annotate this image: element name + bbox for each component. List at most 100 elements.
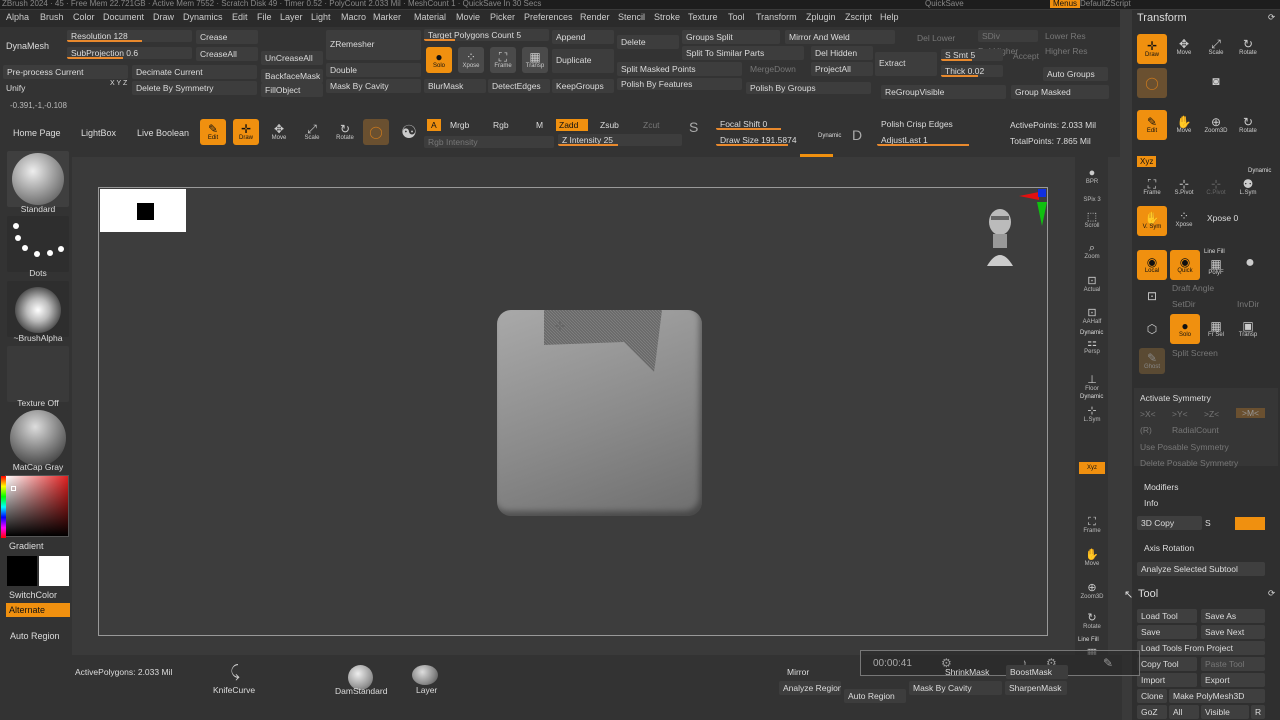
resolution-slider[interactable]: Resolution 128 <box>67 30 192 42</box>
rp-spivot-button[interactable]: ⊹ S.Pivot <box>1171 174 1197 200</box>
shelf-bpr-button[interactable]: ● BPR <box>1079 163 1105 189</box>
tool-refresh-icon[interactable]: ⟳ <box>1268 588 1275 599</box>
use-posable-button[interactable]: Use Posable Symmetry <box>1140 442 1229 452</box>
document-canvas[interactable]: ✛ <box>98 187 1048 636</box>
menu-picker[interactable]: Picker <box>490 12 515 22</box>
gradient-label[interactable]: Gradient <box>9 541 44 551</box>
mrgb-toggle[interactable]: Mrgb <box>450 120 469 130</box>
lightbox-button[interactable]: LightBox <box>81 128 116 138</box>
zsub-toggle[interactable]: Zsub <box>600 120 619 130</box>
higher-res-button[interactable]: Higher Res <box>1045 46 1088 56</box>
projectall-button[interactable]: ProjectAll <box>811 62 873 76</box>
rp-frame-button[interactable]: ⛶ Frame <box>1139 174 1165 200</box>
menu-alpha[interactable]: Alpha <box>6 12 29 22</box>
gyro-button[interactable]: ☯ <box>396 119 422 145</box>
keepgroups-button[interactable]: KeepGroups <box>552 79 614 93</box>
mesh-object[interactable]: ✛ <box>497 310 702 516</box>
boostmask-button[interactable]: BoostMask <box>1006 665 1068 679</box>
a-toggle[interactable]: A <box>427 119 441 131</box>
shelf-l-sym-button[interactable]: ⊹ L.Sym <box>1079 401 1105 427</box>
brush-thumb[interactable] <box>7 151 69 207</box>
shelf-persp-button[interactable]: ⚏ Persp <box>1079 333 1105 359</box>
copy3d-button[interactable]: 3D Copy <box>1137 516 1202 530</box>
subprojection-slider[interactable]: SubProjection 0.6 <box>67 47 192 59</box>
menu-draw[interactable]: Draw <box>153 12 174 22</box>
del-lower-button[interactable]: Del Lower <box>917 33 955 43</box>
scale-mode-button[interactable]: ⤢ Scale <box>299 119 325 145</box>
target-polygons-slider[interactable]: Target Polygons Count 5 <box>424 29 549 41</box>
knifecurve-icon[interactable]: ⤹ <box>222 664 248 686</box>
m-toggle[interactable]: M <box>536 120 543 130</box>
r-button[interactable]: R <box>1251 705 1265 719</box>
copy-tool-button[interactable]: Copy Tool <box>1137 657 1197 671</box>
save-button[interactable]: Save <box>1137 625 1197 639</box>
rp-zoom3d-button[interactable]: ⊕ Zoom3D <box>1203 112 1229 138</box>
rp-lsym-button[interactable]: ⚉ L.Sym <box>1235 174 1261 200</box>
stroke-thumb[interactable] <box>7 216 69 272</box>
edit-mode-button[interactable]: ✎ Edit <box>200 119 226 145</box>
rp-invdir[interactable]: InvDir <box>1237 299 1259 309</box>
mask-cavity-bottom-button[interactable]: Mask By Cavity <box>909 681 1002 695</box>
delete-symmetry-button[interactable]: Delete By Symmetry <box>132 81 257 95</box>
export-button[interactable]: Export <box>1201 673 1265 687</box>
menu-zscript[interactable]: Zscript <box>845 12 872 22</box>
tool-pin-icon[interactable]: ↖ <box>1124 588 1133 601</box>
sdiv-slider[interactable]: SDiv <box>978 30 1038 42</box>
menu-file[interactable]: File <box>257 12 272 22</box>
save-next-button[interactable]: Save Next <box>1201 625 1265 639</box>
mirror-button[interactable]: Mirror <box>783 665 845 679</box>
menu-stroke[interactable]: Stroke <box>654 12 680 22</box>
dynamesh-button[interactable]: DynaMesh <box>6 41 49 51</box>
alternate-button[interactable]: Alternate <box>6 603 70 617</box>
rp-cpivot-button[interactable]: ⊹ C.Pivot <box>1203 174 1229 200</box>
transform-pin-icon[interactable]: ⟳ <box>1268 12 1275 23</box>
mergedown-button[interactable]: MergeDown <box>750 64 796 74</box>
rp-rotate2-button[interactable]: ↻ Rotate <box>1235 112 1261 138</box>
activate-symmetry-button[interactable]: Activate Symmetry <box>1140 393 1211 403</box>
rp-transp-button[interactable]: ▣ Transp <box>1235 316 1261 342</box>
xpose-button[interactable]: ⁘ Xpose <box>458 47 484 73</box>
navigation-head-icon[interactable] <box>983 204 1017 270</box>
goz-button[interactable]: GoZ <box>1137 705 1167 719</box>
solo-button[interactable]: ● Solo <box>426 47 452 73</box>
menu-edit[interactable]: Edit <box>232 12 248 22</box>
menu-preferences[interactable]: Preferences <box>524 12 573 22</box>
groups-split-button[interactable]: Groups Split <box>682 30 780 44</box>
load-tool-button[interactable]: Load Tool <box>1137 609 1197 623</box>
dynamic-toggle[interactable]: Dynamic <box>818 133 841 139</box>
transform-title[interactable]: Transform <box>1137 12 1187 24</box>
secondary-color-swatch[interactable] <box>39 556 69 586</box>
zadd-toggle[interactable]: Zadd <box>556 119 589 131</box>
frame-button[interactable]: ⛶ Frame <box>490 47 516 73</box>
all-button[interactable]: All <box>1169 705 1199 719</box>
shelf-actual-button[interactable]: ⊡ Actual <box>1079 271 1105 297</box>
polish-features-slider[interactable]: Polish By Features <box>617 78 742 90</box>
xyz-toggle[interactable]: X Y Z <box>110 80 127 87</box>
copy3d-slider[interactable] <box>1235 517 1265 530</box>
menu-transform[interactable]: Transform <box>756 12 797 22</box>
shelf-xyz-button[interactable]: Xyz <box>1079 462 1105 474</box>
z-intensity-slider[interactable]: Z Intensity 25 <box>558 134 682 146</box>
menu-macro[interactable]: Macro <box>341 12 366 22</box>
live-boolean-button[interactable]: Live Boolean <box>137 128 189 138</box>
tool-title[interactable]: Tool <box>1138 588 1158 600</box>
accept-button[interactable]: Accept <box>1013 51 1039 61</box>
pen-icon[interactable]: ✎ <box>1103 656 1113 670</box>
rp-move2-button[interactable]: ✋ Move <box>1171 112 1197 138</box>
auto-groups-button[interactable]: Auto Groups <box>1043 67 1108 81</box>
menu-render[interactable]: Render <box>580 12 610 22</box>
info-header[interactable]: Info <box>1144 498 1158 508</box>
damstandard-button[interactable]: DamStandard <box>335 686 387 696</box>
home-page-button[interactable]: Home Page <box>13 128 61 138</box>
menus-toggle[interactable]: Menus <box>1050 0 1081 8</box>
sharpenmask-button[interactable]: SharpenMask <box>1005 681 1067 695</box>
delete-posable-button[interactable]: Delete Posable Symmetry <box>1140 458 1238 468</box>
extract-button[interactable]: Extract <box>875 52 937 76</box>
shelf-frame-button[interactable]: ⛶ Frame <box>1079 512 1105 538</box>
rp-local-button[interactable]: ◉ Local <box>1137 250 1167 280</box>
analyze-subtool-button[interactable]: Analyze Selected Subtool <box>1137 562 1265 576</box>
zremesher-button[interactable]: ZRemesher <box>326 30 421 60</box>
rp-cube-button[interactable]: ⬡ <box>1139 316 1165 342</box>
blurmask-button[interactable]: BlurMask <box>424 79 486 93</box>
axis-gizmo-icon[interactable] <box>1013 188 1049 230</box>
